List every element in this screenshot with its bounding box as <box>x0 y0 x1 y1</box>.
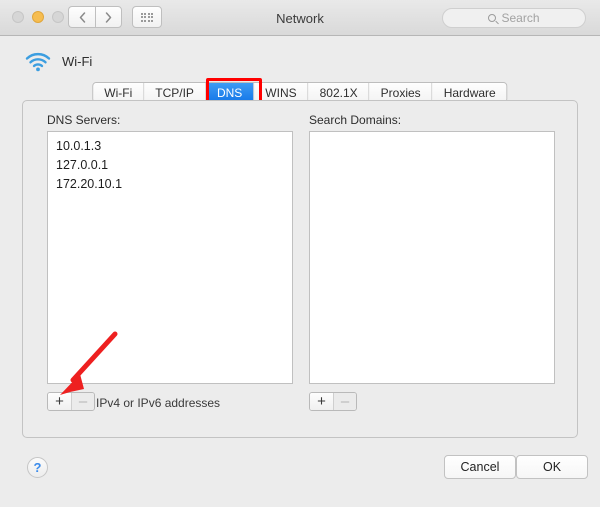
help-button[interactable]: ? <box>27 457 48 478</box>
dialog-footer: ? Cancel OK <box>0 445 600 507</box>
service-name-label: Wi-Fi <box>62 53 93 69</box>
search-domains-remove-button: – <box>333 393 356 410</box>
search-domains-add-button[interactable]: + <box>310 393 333 410</box>
dns-address-format-hint: IPv4 or IPv6 addresses <box>96 396 221 410</box>
search-placeholder: Search <box>501 11 540 25</box>
service-header: Wi-Fi <box>24 50 92 72</box>
dns-servers-add-remove-group: + – <box>47 392 95 411</box>
list-item[interactable]: 172.20.10.1 <box>48 175 292 194</box>
ok-button[interactable]: OK <box>516 455 588 479</box>
dns-tab-panel: DNS Servers: 10.0.1.3 127.0.0.1 172.20.1… <box>22 100 578 438</box>
dns-servers-label: DNS Servers: <box>47 113 121 127</box>
dns-servers-list[interactable]: 10.0.1.3 127.0.0.1 172.20.10.1 <box>47 131 293 384</box>
network-preferences-window: Network Search Wi-Fi Wi-Fi TCP/IP DNS WI… <box>0 0 600 507</box>
search-domains-add-remove-group: + – <box>309 392 357 411</box>
window-titlebar: Network Search <box>0 0 600 36</box>
search-domains-label: Search Domains: <box>309 113 402 127</box>
dns-remove-button: – <box>71 393 94 410</box>
wifi-icon <box>25 52 51 72</box>
list-item[interactable]: 10.0.1.3 <box>48 137 292 156</box>
list-item[interactable]: 127.0.0.1 <box>48 156 292 175</box>
search-field[interactable]: Search <box>442 8 586 28</box>
search-icon <box>488 14 497 22</box>
dns-add-button[interactable]: + <box>48 393 71 410</box>
cancel-button[interactable]: Cancel <box>444 455 516 479</box>
search-domains-list[interactable] <box>309 131 555 384</box>
